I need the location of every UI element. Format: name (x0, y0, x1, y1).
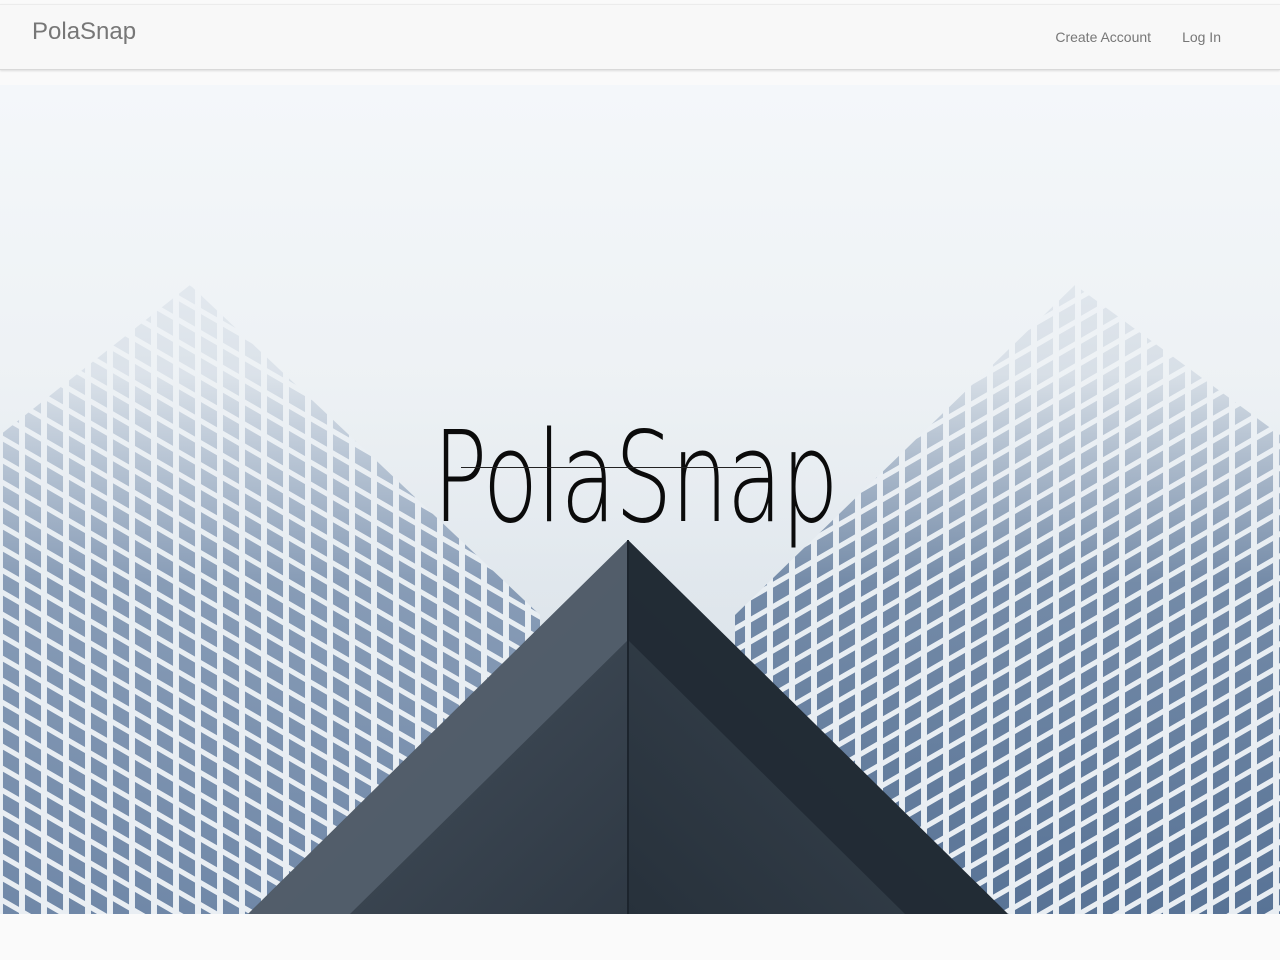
log-in-link[interactable]: Log In (1182, 29, 1221, 45)
hero-title: PolaSnap (432, 404, 839, 551)
brand-link[interactable]: PolaSnap (32, 18, 136, 46)
hero-title-underline (461, 467, 761, 468)
page-footer-area (0, 914, 1280, 960)
top-navbar: PolaSnap Create Account Log In (0, 4, 1280, 70)
nav-links: Create Account Log In (1055, 29, 1221, 45)
hero-banner: PolaSnap (0, 85, 1280, 914)
create-account-link[interactable]: Create Account (1055, 29, 1151, 45)
